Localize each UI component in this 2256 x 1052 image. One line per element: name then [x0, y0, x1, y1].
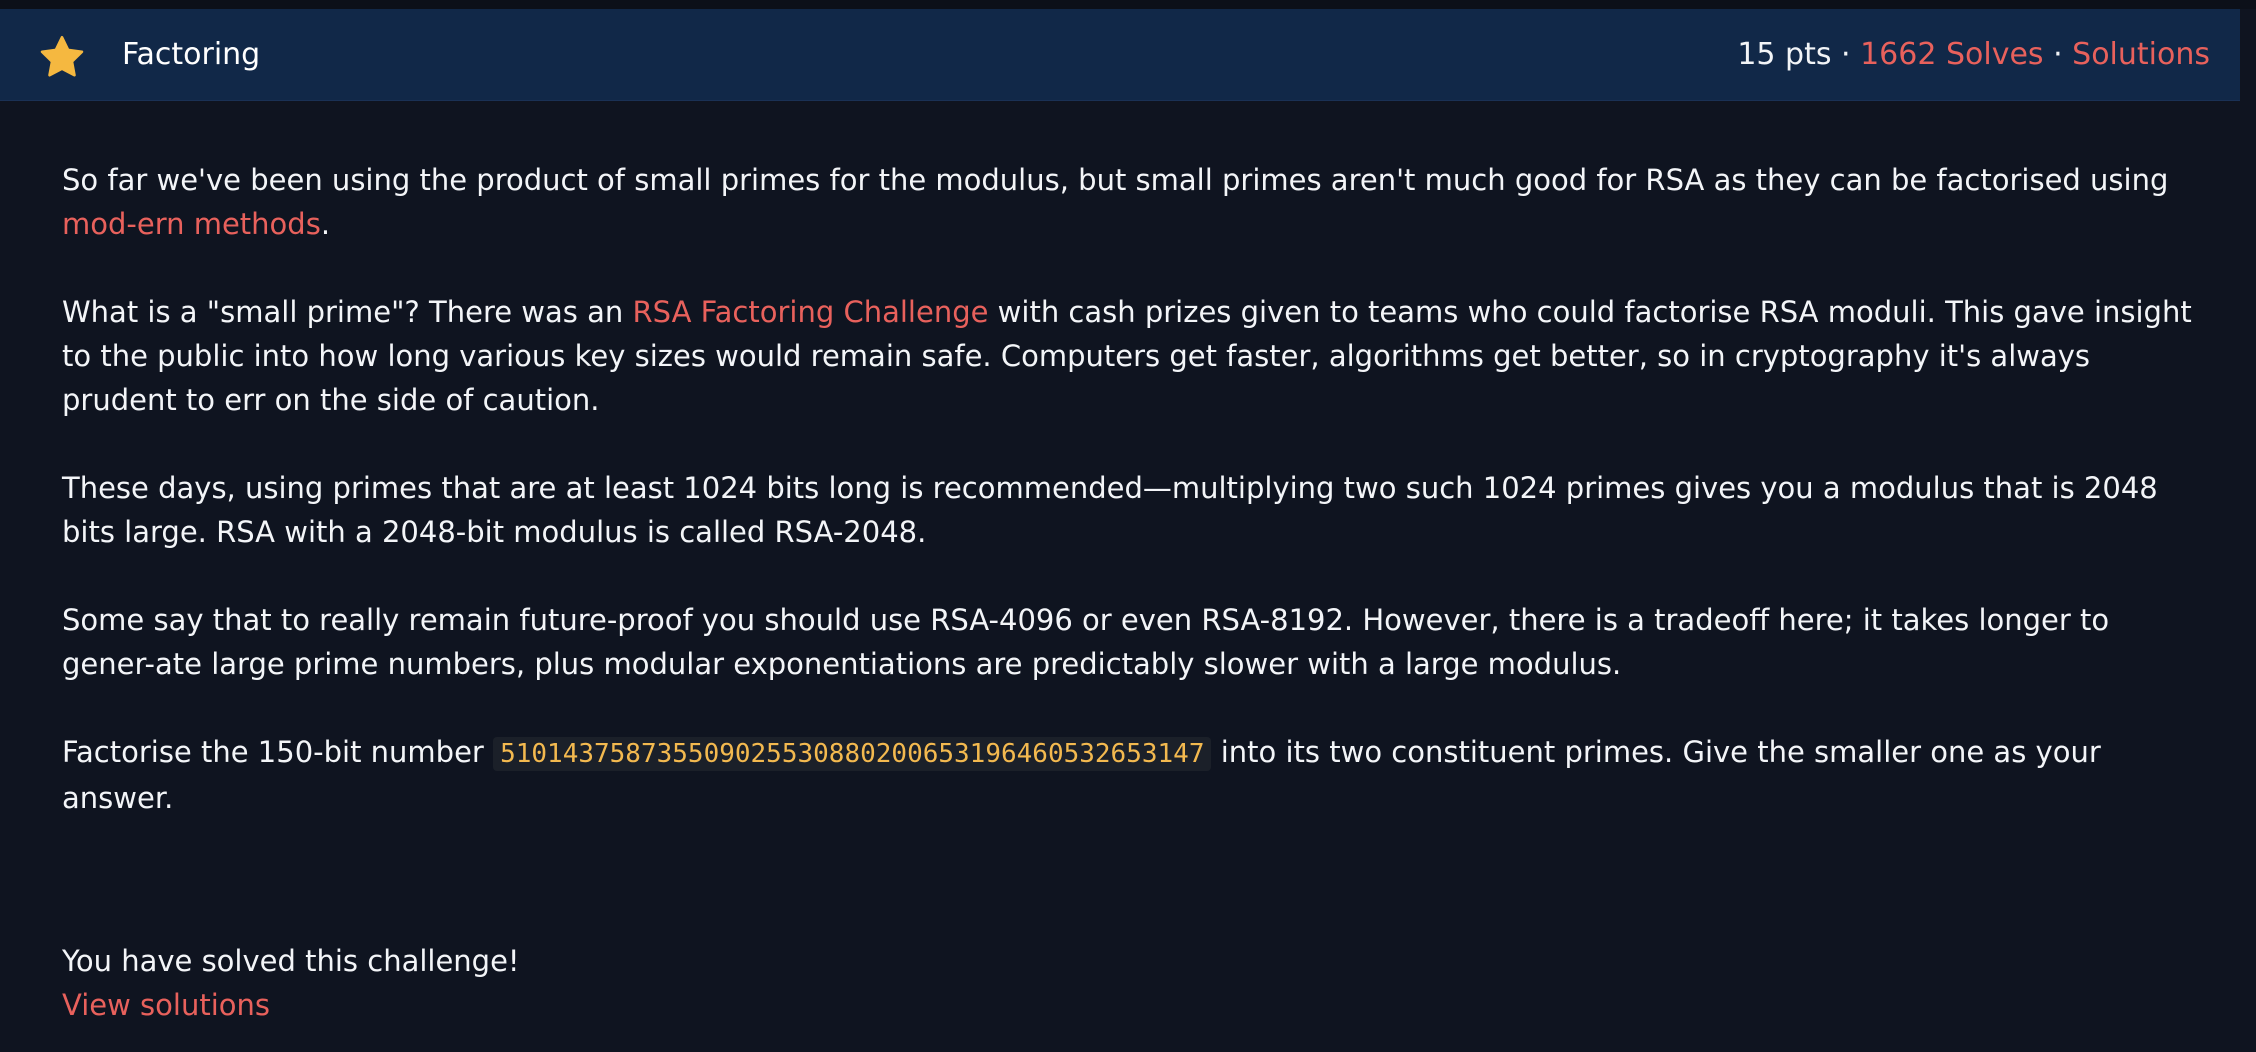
rsa-factoring-challenge-link[interactable]: RSA Factoring Challenge	[632, 295, 988, 329]
view-solutions-link[interactable]: View solutions	[62, 988, 270, 1022]
paragraph-5: Factorise the 150-bit number 51014375873…	[62, 730, 2202, 820]
paragraph-2: What is a "small prime"? There was an RS…	[62, 290, 2202, 422]
points-label: 15 pts	[1737, 37, 1832, 72]
top-strip	[0, 0, 2256, 9]
solved-message: You have solved this challenge!	[62, 944, 520, 978]
challenge-description: So far we've been using the product of s…	[62, 158, 2202, 864]
solves-link[interactable]: 1662 Solves	[1860, 37, 2043, 72]
solved-status: You have solved this challenge! View sol…	[62, 939, 520, 1027]
number-code: 5101437587355090255308802006531964605326…	[493, 737, 1212, 771]
challenge-title: Factoring	[122, 37, 261, 72]
paragraph-1-end: .	[320, 207, 331, 241]
paragraph-3: These days, using primes that are at lea…	[62, 471, 2158, 549]
challenge-meta: 15 pts · 1662 Solves · Solutions	[1737, 9, 2210, 100]
paragraph-1: So far we've been using the product of s…	[62, 158, 2202, 246]
paragraph-5-text: Factorise the 150-bit number	[62, 735, 494, 769]
modern-methods-link[interactable]: mod-ern methods	[62, 207, 321, 241]
paragraph-2-text: What is a "small prime"? There was an	[62, 295, 633, 329]
paragraph-1-text: So far we've been using the product of s…	[62, 163, 2169, 197]
star-icon[interactable]	[39, 35, 85, 79]
meta-separator: ·	[2043, 37, 2073, 72]
solutions-link[interactable]: Solutions	[2072, 37, 2210, 72]
paragraph-4: Some say that to really remain future-pr…	[62, 603, 2110, 681]
meta-separator: ·	[1831, 37, 1861, 72]
challenge-header: Factoring 15 pts · 1662 Solves · Solutio…	[0, 9, 2240, 101]
